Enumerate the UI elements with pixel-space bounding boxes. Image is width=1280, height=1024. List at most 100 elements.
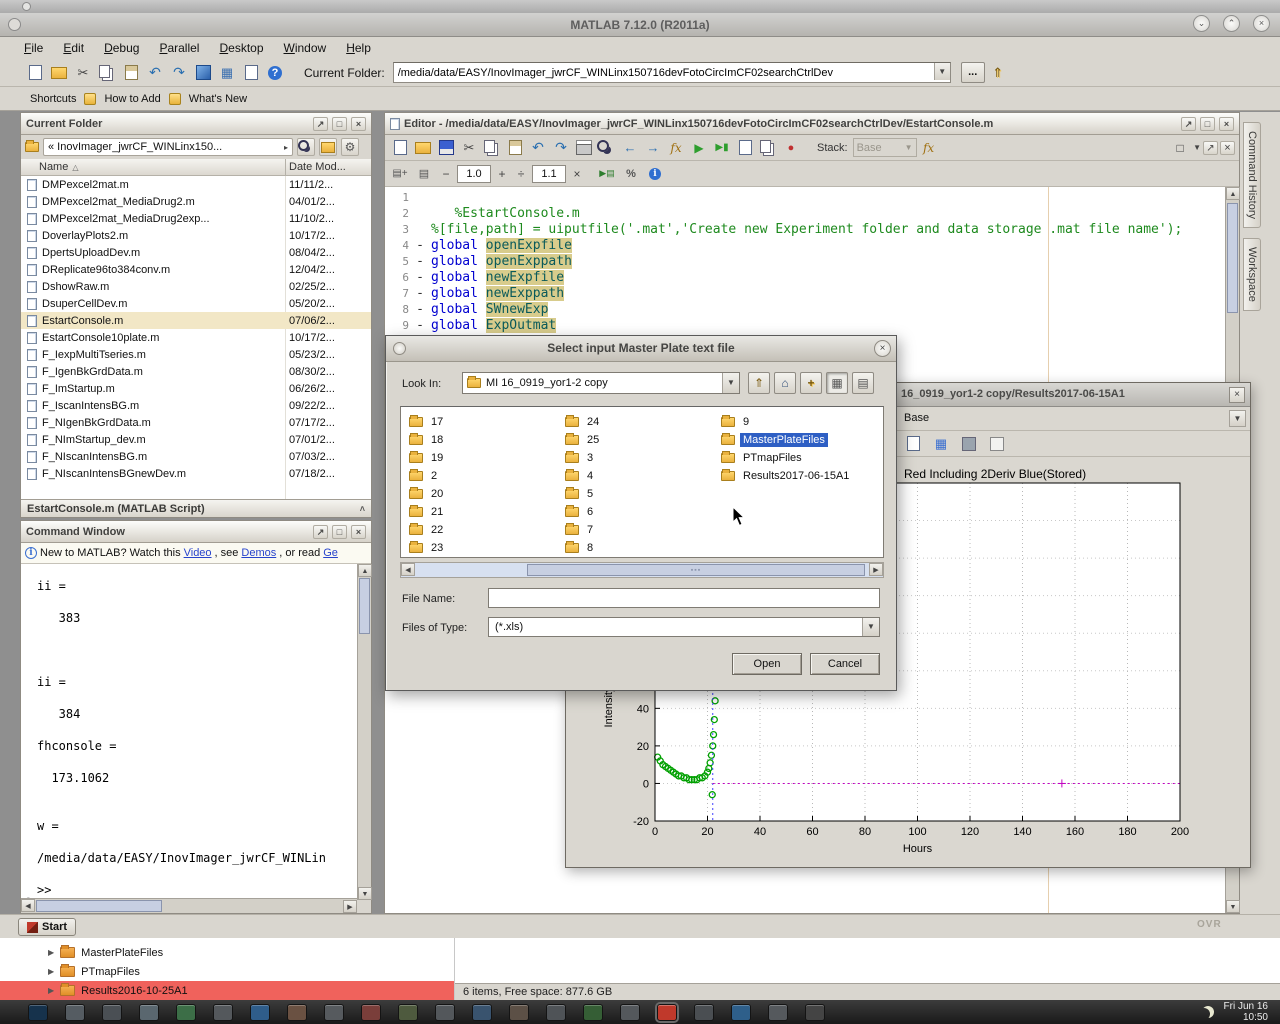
window-menu-icon[interactable] [8, 18, 21, 31]
notebook-icon[interactable] [240, 62, 262, 84]
chevron-down-icon[interactable]: ▼ [1229, 410, 1246, 427]
night-mode-icon[interactable] [1202, 1006, 1214, 1018]
scroll-down-icon[interactable]: ▼ [358, 887, 372, 900]
scroll-up-icon[interactable]: ▲ [358, 564, 372, 577]
up-folder-icon[interactable] [987, 62, 1009, 84]
scrollbar-thumb[interactable]: ▪▪▪ [527, 564, 865, 576]
current-folder-input[interactable] [393, 62, 951, 83]
expand-icon[interactable]: ▶ [48, 948, 54, 957]
file-detail-bar[interactable]: EstartConsole.m (MATLAB Script) ˄ [21, 499, 371, 517]
scroll-right-icon[interactable]: ▶ [869, 563, 883, 576]
dock-panel-icon[interactable] [1203, 141, 1218, 155]
file-row[interactable]: F_NIscanIntensBG.m 07/03/2... [21, 448, 371, 465]
grid-view-icon[interactable] [826, 372, 848, 394]
decrease-button[interactable]: − [438, 165, 454, 183]
cell-value-a[interactable]: 1.0 [457, 165, 491, 183]
chevron-down-icon[interactable]: ▼ [934, 63, 950, 80]
browser-icon[interactable] [657, 1004, 677, 1021]
vertical-scrollbar[interactable]: ▲ ▼ [357, 564, 371, 900]
scrollbar-thumb[interactable] [36, 900, 162, 912]
gear-icon[interactable] [341, 138, 359, 156]
file-row[interactable]: DpertsUploadDev.m 08/04/2... [21, 244, 371, 261]
file-row[interactable]: F_NImStartup_dev.m 07/01/2... [21, 431, 371, 448]
figure-table-icon[interactable] [930, 433, 952, 455]
folder-item[interactable]: 8 [565, 539, 720, 557]
app-icon[interactable] [324, 1004, 344, 1021]
scroll-down-icon[interactable]: ▼ [1226, 900, 1240, 913]
app-icon[interactable] [583, 1004, 603, 1021]
folder-item[interactable]: MasterPlateFiles [721, 431, 876, 449]
file-row[interactable]: F_IgenBkGrdData.m 08/30/2... [21, 363, 371, 380]
terminal-icon[interactable] [28, 1004, 48, 1021]
open-button[interactable]: Open [732, 653, 802, 675]
compare-icon[interactable] [757, 137, 779, 159]
window-minimize-button[interactable]: ⌄ [1193, 15, 1210, 32]
folder-item[interactable]: 5 [565, 485, 720, 503]
cell-info-icon[interactable] [644, 163, 666, 185]
find-icon[interactable] [596, 137, 618, 159]
horizontal-scrollbar[interactable]: ◀ ▪▪▪ ▶ [400, 562, 884, 578]
horizontal-scrollbar[interactable]: ◀ ▶ [21, 898, 357, 913]
browse-folder-button[interactable]: ... [961, 62, 985, 83]
breadcrumb[interactable]: « InovImager_jwrCF_WINLinx150... ▸ [43, 138, 293, 156]
folder-item[interactable]: PTmapFiles [721, 449, 876, 467]
scroll-right-icon[interactable]: ▶ [343, 900, 357, 913]
breakpoint-icon[interactable] [780, 137, 802, 159]
undock-icon[interactable]: ↗ [313, 117, 328, 131]
folder-item[interactable]: 25 [565, 431, 720, 449]
file-row[interactable]: DsuperCellDev.m 05/20/2... [21, 295, 371, 312]
shortcut-whats-new[interactable]: What's New [189, 93, 247, 105]
close-icon[interactable]: × [351, 117, 366, 131]
tree-row[interactable]: ▶ PTmapFiles [0, 962, 454, 981]
app-icon[interactable] [509, 1004, 529, 1021]
chevron-down-icon[interactable]: ▼ [1193, 143, 1201, 152]
folder-item[interactable]: 6 [565, 503, 720, 521]
collapse-icon[interactable]: ˄ [360, 504, 365, 514]
menu-item[interactable]: Edit [53, 39, 94, 57]
demos-link[interactable]: Demos [241, 547, 276, 559]
folder-item[interactable]: 19 [409, 449, 564, 467]
file-row[interactable]: DMPexcel2mat_MediaDrug2exp... 11/10/2... [21, 210, 371, 227]
clock[interactable]: Fri Jun 1610:50 [1224, 1001, 1268, 1023]
maximize-icon[interactable]: □ [332, 525, 347, 539]
app-icon[interactable] [287, 1004, 307, 1021]
help-icon[interactable] [264, 62, 286, 84]
tree-row[interactable]: ▶ MasterPlateFiles [0, 943, 454, 962]
folder-item[interactable]: 4 [565, 467, 720, 485]
file-row[interactable]: F_ImStartup.m 06/26/2... [21, 380, 371, 397]
app-icon[interactable] [694, 1004, 714, 1021]
folder-item[interactable]: 7 [565, 521, 720, 539]
folder-item[interactable]: 22 [409, 521, 564, 539]
print-icon[interactable] [573, 137, 595, 159]
folder-item[interactable]: 20 [409, 485, 564, 503]
folder-item[interactable]: Results2017-06-15A1 [721, 467, 876, 485]
publish-icon[interactable] [734, 137, 756, 159]
app-icon[interactable] [213, 1004, 233, 1021]
figure-print-icon[interactable] [986, 433, 1008, 455]
undo-icon[interactable] [144, 62, 166, 84]
scroll-up-icon[interactable]: ▲ [1226, 187, 1240, 200]
open-folder-icon[interactable] [48, 62, 70, 84]
back-icon[interactable] [619, 137, 641, 159]
stack-folder-icon[interactable] [319, 138, 337, 156]
forward-icon[interactable] [642, 137, 664, 159]
look-in-combo[interactable]: MI 16_0919_yor1-2 copy ▼ [462, 372, 740, 394]
file-row[interactable]: F_IexpMultiTseries.m 05/23/2... [21, 346, 371, 363]
file-manager-icon[interactable] [102, 1004, 122, 1021]
close-panel-icon[interactable] [1220, 141, 1235, 155]
new-file-icon[interactable] [389, 137, 411, 159]
close-icon[interactable]: × [351, 525, 366, 539]
simulink-icon[interactable] [192, 62, 214, 84]
new-folder-icon[interactable] [800, 372, 822, 394]
file-row[interactable]: F_NIgenBkGrdData.m 07/17/2... [21, 414, 371, 431]
app-icon[interactable] [546, 1004, 566, 1021]
detail-view-icon[interactable] [852, 372, 874, 394]
command-output-area[interactable]: ii = 383 ii = 384 fhconsole = 173.1062 w… [21, 564, 371, 900]
tab-workspace[interactable]: Workspace [1243, 238, 1261, 311]
new-file-icon[interactable] [24, 62, 46, 84]
folder-item[interactable]: 17 [409, 413, 564, 431]
increase-button[interactable]: + [494, 165, 510, 183]
name-column-header[interactable]: Name [39, 161, 68, 173]
copy-icon[interactable] [481, 137, 503, 159]
percent-cell-icon[interactable] [620, 163, 642, 185]
